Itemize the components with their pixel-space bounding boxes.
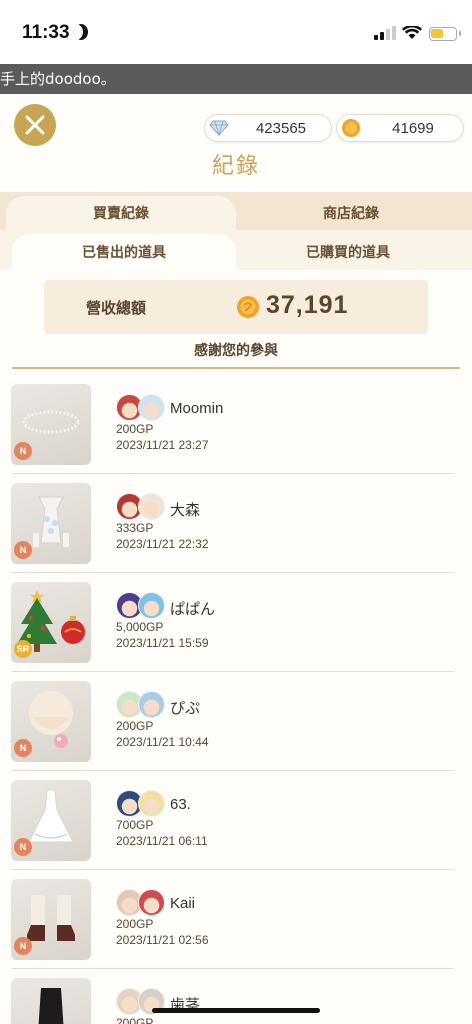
buyer-avatars <box>116 889 168 917</box>
item-date: 2023/11/21 23:27 <box>116 438 209 452</box>
buyer-name: Kaii <box>170 895 196 912</box>
rarity-badge: N <box>14 739 32 757</box>
battery-icon <box>429 27 461 41</box>
coin-icon <box>237 296 259 318</box>
diamond-icon <box>208 117 230 139</box>
avatar <box>138 592 165 619</box>
wifi-icon <box>402 26 422 39</box>
cellular-signal-icon <box>374 26 396 40</box>
gem-count: 423565 <box>255 119 307 137</box>
status-time: 11:33 <box>22 22 70 43</box>
gem-balance[interactable]: 423565 <box>204 114 332 142</box>
close-button[interactable] <box>14 104 56 146</box>
list-item[interactable]: N歯茎200GP <box>0 969 472 1024</box>
avatar <box>138 493 165 520</box>
rarity-badge: N <box>14 442 32 460</box>
item-image: N <box>11 384 91 465</box>
tab-bought-items[interactable]: 已購買的道具 <box>236 234 460 270</box>
item-price: 200GP <box>116 719 154 733</box>
buyer-avatars <box>116 394 168 422</box>
status-bar: 11:33 <box>0 0 472 64</box>
avatar <box>138 889 165 916</box>
revenue-summary: 營收總額 37,191 <box>44 280 428 334</box>
buyer-name: 大森 <box>170 502 201 519</box>
divider <box>12 367 460 369</box>
list-item[interactable]: SR ぱぱん 5,000GP 2023/11/21 15:59 <box>0 573 472 672</box>
tab-trade-records[interactable]: 買賣紀錄 <box>6 196 236 230</box>
avatar <box>138 790 165 817</box>
coin-icon <box>340 117 362 139</box>
revenue-value: 37,191 <box>266 291 349 319</box>
item-date: 2023/11/21 06:11 <box>116 834 208 848</box>
rarity-badge: N <box>14 838 32 856</box>
tab-sold-items[interactable]: 已售出的道具 <box>12 234 236 270</box>
item-price: 333GP <box>116 521 154 535</box>
item-image: N <box>11 780 91 861</box>
item-date: 2023/11/21 02:56 <box>116 933 209 947</box>
buyer-name: ぱぱん <box>170 601 216 618</box>
avatar <box>138 691 165 718</box>
buyer-avatars <box>116 493 168 521</box>
item-price: 700GP <box>116 818 154 832</box>
item-date: 2023/11/21 15:59 <box>116 636 209 650</box>
rarity-badge: N <box>14 937 32 955</box>
list-item[interactable]: N 大森 333GP 2023/11/21 22:32 <box>0 474 472 573</box>
item-date: 2023/11/21 10:44 <box>116 735 209 749</box>
list-item[interactable]: N Moomin 200GP 2023/11/21 23:27 <box>0 375 472 474</box>
item-image: N <box>11 483 91 564</box>
home-indicator[interactable] <box>152 1008 320 1013</box>
revenue-label: 營收總額 <box>86 299 147 317</box>
item-price: 200GP <box>116 422 154 436</box>
item-price: 5,000GP <box>116 620 164 634</box>
avatar <box>138 394 165 421</box>
coin-count: 41699 <box>392 119 434 137</box>
list-item[interactable]: N Kaii 200GP 2023/11/21 02:56 <box>0 870 472 969</box>
item-price: 200GP <box>116 917 154 931</box>
buyer-name: 63. <box>170 796 191 813</box>
buyer-avatars <box>116 790 168 818</box>
item-date: 2023/11/21 22:32 <box>116 537 209 551</box>
moon-icon <box>74 24 88 40</box>
page-title: 紀錄 <box>211 154 260 179</box>
record-tabs: 買賣紀錄 商店紀錄 <box>0 192 472 230</box>
item-image: N <box>11 879 91 960</box>
rarity-badge: N <box>14 541 32 559</box>
item-price: 200GP <box>116 1016 154 1024</box>
buyer-avatars <box>116 691 168 719</box>
tab-shop-records[interactable]: 商店紀錄 <box>236 196 466 230</box>
item-image: N <box>11 978 91 1024</box>
coin-balance[interactable]: 41699 <box>336 114 464 142</box>
list-item[interactable]: N ぴぷ 200GP 2023/11/21 10:44 <box>0 672 472 771</box>
buyer-avatars <box>116 592 168 620</box>
buyer-name: Moomin <box>170 400 224 417</box>
rarity-badge: SR <box>14 640 32 658</box>
item-image: N <box>11 681 91 762</box>
sold-items-list[interactable]: N Moomin 200GP 2023/11/21 23:27 N 大森 333GP 2023… <box>0 375 472 1024</box>
trade-subtabs: 已售出的道具 已購買的道具 <box>0 230 472 270</box>
close-icon <box>25 115 45 135</box>
thanks-text: 感謝您的參與 <box>194 343 278 359</box>
header: 423565 41699 紀錄 <box>0 94 472 192</box>
list-item[interactable]: N 63. 700GP 2023/11/21 06:11 <box>0 771 472 870</box>
buyer-name: ぴぷ <box>170 700 201 717</box>
announcement-marquee: 手上的doodoo。 <box>0 64 472 94</box>
item-image: SR <box>11 582 91 663</box>
